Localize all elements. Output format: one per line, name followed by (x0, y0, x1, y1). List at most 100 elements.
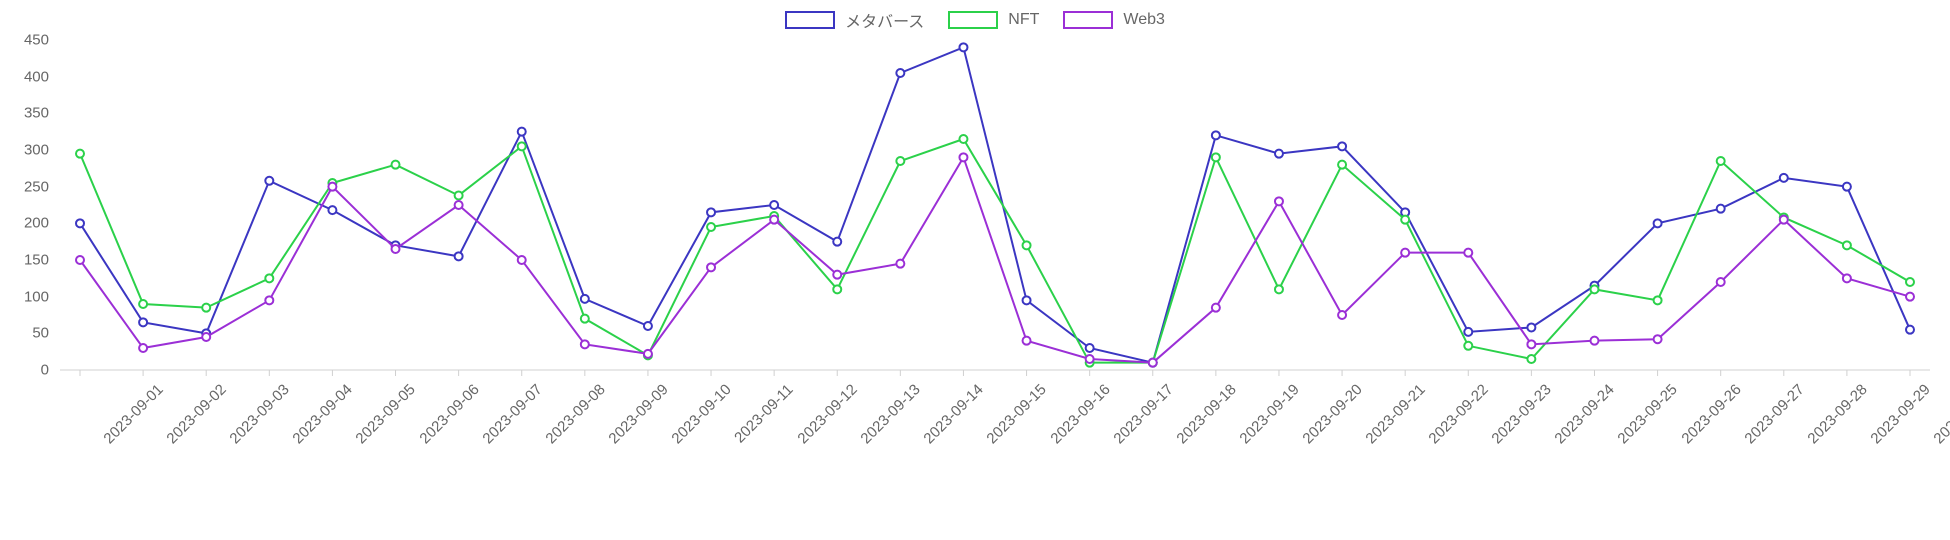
data-point[interactable] (1275, 150, 1283, 158)
data-point[interactable] (1149, 359, 1157, 367)
data-point[interactable] (1527, 355, 1535, 363)
data-point[interactable] (770, 201, 778, 209)
y-tick-label: 400 (24, 68, 49, 85)
data-point[interactable] (1086, 355, 1094, 363)
data-point[interactable] (1086, 344, 1094, 352)
legend-label: メタバース (845, 8, 924, 32)
data-point[interactable] (896, 260, 904, 268)
data-point[interactable] (518, 142, 526, 150)
data-point[interactable] (896, 69, 904, 77)
data-point[interactable] (518, 128, 526, 136)
data-point[interactable] (328, 183, 336, 191)
data-point[interactable] (1023, 296, 1031, 304)
data-point[interactable] (328, 206, 336, 214)
legend-label: Web3 (1123, 11, 1165, 29)
x-tick-label: 2023-09-20 (1299, 381, 1365, 447)
data-point[interactable] (1780, 174, 1788, 182)
data-point[interactable] (1717, 205, 1725, 213)
x-tick-label: 2023-09-27 (1741, 381, 1807, 447)
data-point[interactable] (1464, 342, 1472, 350)
data-point[interactable] (833, 285, 841, 293)
data-point[interactable] (1843, 241, 1851, 249)
data-point[interactable] (707, 223, 715, 231)
data-point[interactable] (959, 43, 967, 51)
data-point[interactable] (455, 191, 463, 199)
data-point[interactable] (1401, 249, 1409, 257)
data-point[interactable] (455, 201, 463, 209)
data-point[interactable] (1464, 249, 1472, 257)
x-tick-label: 2023-09-06 (416, 381, 482, 447)
data-point[interactable] (644, 322, 652, 330)
data-point[interactable] (76, 219, 84, 227)
data-point[interactable] (1717, 278, 1725, 286)
data-point[interactable] (518, 256, 526, 264)
data-point[interactable] (1212, 131, 1220, 139)
data-point[interactable] (139, 300, 147, 308)
data-point[interactable] (1654, 335, 1662, 343)
data-point[interactable] (265, 177, 273, 185)
data-point[interactable] (1401, 216, 1409, 224)
x-tick-label: 2023-09-22 (1426, 381, 1492, 447)
data-point[interactable] (833, 238, 841, 246)
data-point[interactable] (1338, 142, 1346, 150)
legend-item[interactable]: Web3 (1063, 8, 1165, 32)
data-point[interactable] (1590, 285, 1598, 293)
data-point[interactable] (1780, 216, 1788, 224)
data-point[interactable] (1906, 326, 1914, 334)
x-tick-label: 2023-09-19 (1236, 381, 1302, 447)
data-point[interactable] (1338, 161, 1346, 169)
data-point[interactable] (581, 340, 589, 348)
data-point[interactable] (1654, 296, 1662, 304)
data-point[interactable] (1275, 197, 1283, 205)
legend-swatch (1063, 11, 1113, 29)
data-point[interactable] (1527, 340, 1535, 348)
data-point[interactable] (202, 333, 210, 341)
legend-swatch (948, 11, 998, 29)
data-point[interactable] (707, 263, 715, 271)
x-tick-label: 2023-09-02 (164, 381, 230, 447)
data-point[interactable] (1654, 219, 1662, 227)
data-point[interactable] (644, 350, 652, 358)
data-point[interactable] (139, 318, 147, 326)
data-point[interactable] (581, 315, 589, 323)
data-point[interactable] (76, 256, 84, 264)
data-point[interactable] (1338, 311, 1346, 319)
data-point[interactable] (392, 161, 400, 169)
data-point[interactable] (707, 208, 715, 216)
data-point[interactable] (265, 274, 273, 282)
data-point[interactable] (1843, 183, 1851, 191)
legend-label: NFT (1008, 11, 1039, 29)
y-tick-label: 100 (24, 288, 49, 305)
data-point[interactable] (1464, 328, 1472, 336)
data-point[interactable] (1843, 274, 1851, 282)
y-tick-label: 450 (24, 32, 49, 49)
data-point[interactable] (1023, 241, 1031, 249)
x-axis: 2023-09-012023-09-022023-09-032023-09-04… (60, 375, 1930, 525)
data-point[interactable] (770, 216, 778, 224)
data-point[interactable] (139, 344, 147, 352)
data-point[interactable] (392, 245, 400, 253)
data-point[interactable] (202, 304, 210, 312)
data-point[interactable] (1717, 157, 1725, 165)
data-point[interactable] (833, 271, 841, 279)
data-point[interactable] (1212, 304, 1220, 312)
data-point[interactable] (896, 157, 904, 165)
data-point[interactable] (1023, 337, 1031, 345)
x-tick-label: 2023-09-07 (479, 381, 545, 447)
legend-item[interactable]: メタバース (785, 8, 924, 32)
data-point[interactable] (1590, 337, 1598, 345)
data-point[interactable] (1906, 293, 1914, 301)
legend-item[interactable]: NFT (948, 8, 1039, 32)
data-point[interactable] (581, 295, 589, 303)
data-point[interactable] (959, 135, 967, 143)
x-tick-label: 2023-09-01 (100, 381, 166, 447)
data-point[interactable] (455, 252, 463, 260)
data-point[interactable] (76, 150, 84, 158)
data-point[interactable] (1906, 278, 1914, 286)
data-point[interactable] (959, 153, 967, 161)
x-tick-label: 2023-09-21 (1363, 381, 1429, 447)
data-point[interactable] (1212, 153, 1220, 161)
data-point[interactable] (1527, 323, 1535, 331)
data-point[interactable] (265, 296, 273, 304)
data-point[interactable] (1275, 285, 1283, 293)
